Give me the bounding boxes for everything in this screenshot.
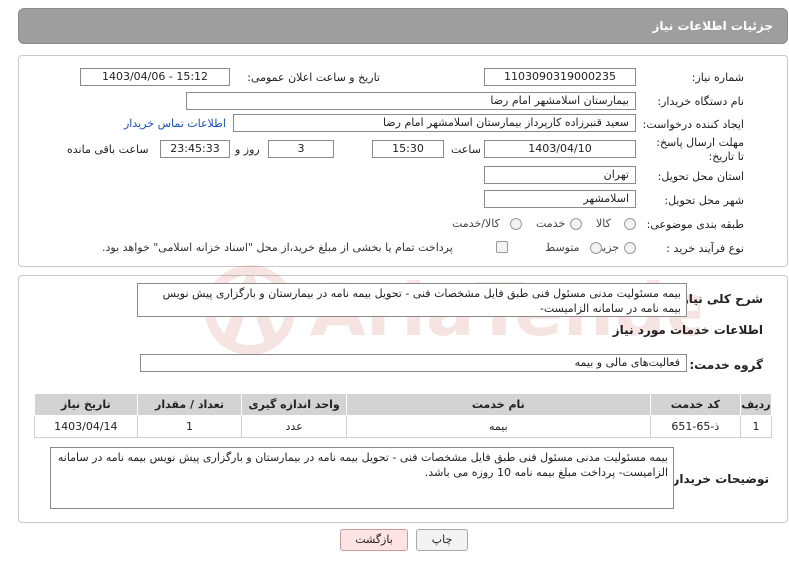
summary-label: شرح کلی نیاز: — [677, 292, 763, 306]
deadline-time-label: ساعت — [451, 143, 481, 156]
category-label: طبقه بندی موضوعی: — [646, 218, 744, 231]
deadline-date-field: 1403/04/10 — [484, 140, 636, 158]
process-medium-radio[interactable] — [590, 242, 602, 254]
process-minor-radio[interactable] — [624, 242, 636, 254]
service-group-label: گروه خدمت: — [689, 358, 763, 372]
buyer-notes-label: توضیحات خریدار: — [667, 472, 769, 486]
process-medium-label: متوسط — [545, 241, 580, 254]
announce-datetime-field: 1403/04/06 - 15:12 — [80, 68, 230, 86]
time-remaining-field: 23:45:33 — [160, 140, 230, 158]
cell-need-date: 1403/04/14 — [34, 415, 138, 438]
services-section-title: اطلاعات خدمات مورد نیاز — [612, 323, 763, 337]
cell-quantity: 1 — [136, 415, 243, 438]
announce-datetime-label: تاریخ و ساعت اعلان عمومی: — [247, 71, 380, 84]
buyer-notes-textarea[interactable]: بیمه مسئولیت مدنی مسئول فنی طبق فایل مشخ… — [50, 447, 674, 509]
summary-textarea[interactable]: بیمه مسئولیت مدنی مسئول فنی طبق فایل مشخ… — [137, 283, 687, 317]
col-row-number: ردیف — [740, 393, 772, 416]
cell-unit: عدد — [241, 415, 347, 438]
deadline-label: مهلت ارسال پاسخ: تا تاریخ: — [656, 136, 744, 163]
province-label: استان محل تحویل: — [657, 170, 744, 183]
col-service-name: نام خدمت — [345, 393, 651, 416]
deadline-time-field: 15:30 — [372, 140, 444, 158]
city-label: شهر محل تحویل: — [664, 194, 744, 207]
back-button[interactable]: بازگشت — [340, 529, 408, 551]
col-need-date: تاریخ نیاز — [34, 393, 138, 416]
category-goods-service-radio[interactable] — [510, 218, 522, 230]
cell-service-name: بیمه — [345, 415, 651, 438]
city-field: اسلامشهر — [484, 190, 636, 208]
buyer-org-field: بیمارستان اسلامشهر امام رضا — [186, 92, 636, 110]
need-number-label: شماره نیاز: — [691, 71, 744, 84]
category-goods-radio[interactable] — [624, 218, 636, 230]
need-number-field: 1103090319000235 — [484, 68, 636, 86]
page-header: جزئیات اطلاعات نیاز — [18, 8, 788, 44]
requester-label: ایجاد کننده درخواست: — [642, 118, 744, 131]
category-goods-label: کالا — [596, 217, 611, 230]
buyer-contact-link[interactable]: اطلاعات تماس خریدار — [124, 117, 226, 130]
time-remaining-label: ساعت باقی مانده — [67, 143, 149, 156]
page-title: جزئیات اطلاعات نیاز — [652, 19, 773, 33]
province-field: تهران — [484, 166, 636, 184]
days-remaining-field: 3 — [268, 140, 334, 158]
days-label: روز و — [235, 143, 260, 156]
service-group-field: فعالیت‌های مالی و بیمه — [140, 354, 687, 372]
process-type-label: نوع فرآیند خرید : — [666, 242, 744, 255]
requester-field: سعید قنبرزاده کارپرداز بیمارستان اسلامشه… — [233, 114, 636, 132]
treasury-payment-note: پرداخت تمام یا بخشی از مبلغ خرید،از محل … — [102, 241, 453, 254]
buyer-org-label: نام دستگاه خریدار: — [657, 95, 744, 108]
cell-row-number: 1 — [740, 415, 772, 438]
services-table: ردیف کد خدمت نام خدمت واحد اندازه گیری ت… — [34, 393, 772, 438]
category-service-label: خدمت — [536, 217, 566, 230]
table-row[interactable]: 1 ذ-65-651 بیمه عدد 1 1403/04/14 — [34, 415, 772, 438]
table-header-row: ردیف کد خدمت نام خدمت واحد اندازه گیری ت… — [34, 393, 772, 416]
col-quantity: تعداد / مقدار — [136, 393, 243, 416]
category-service-radio[interactable] — [570, 218, 582, 230]
treasury-payment-checkbox[interactable] — [496, 241, 508, 253]
col-unit: واحد اندازه گیری — [241, 393, 347, 416]
category-goods-service-label: کالا/خدمت — [452, 217, 500, 230]
cell-service-code: ذ-65-651 — [649, 415, 742, 438]
print-button[interactable]: چاپ — [416, 529, 468, 551]
col-service-code: کد خدمت — [649, 393, 742, 416]
